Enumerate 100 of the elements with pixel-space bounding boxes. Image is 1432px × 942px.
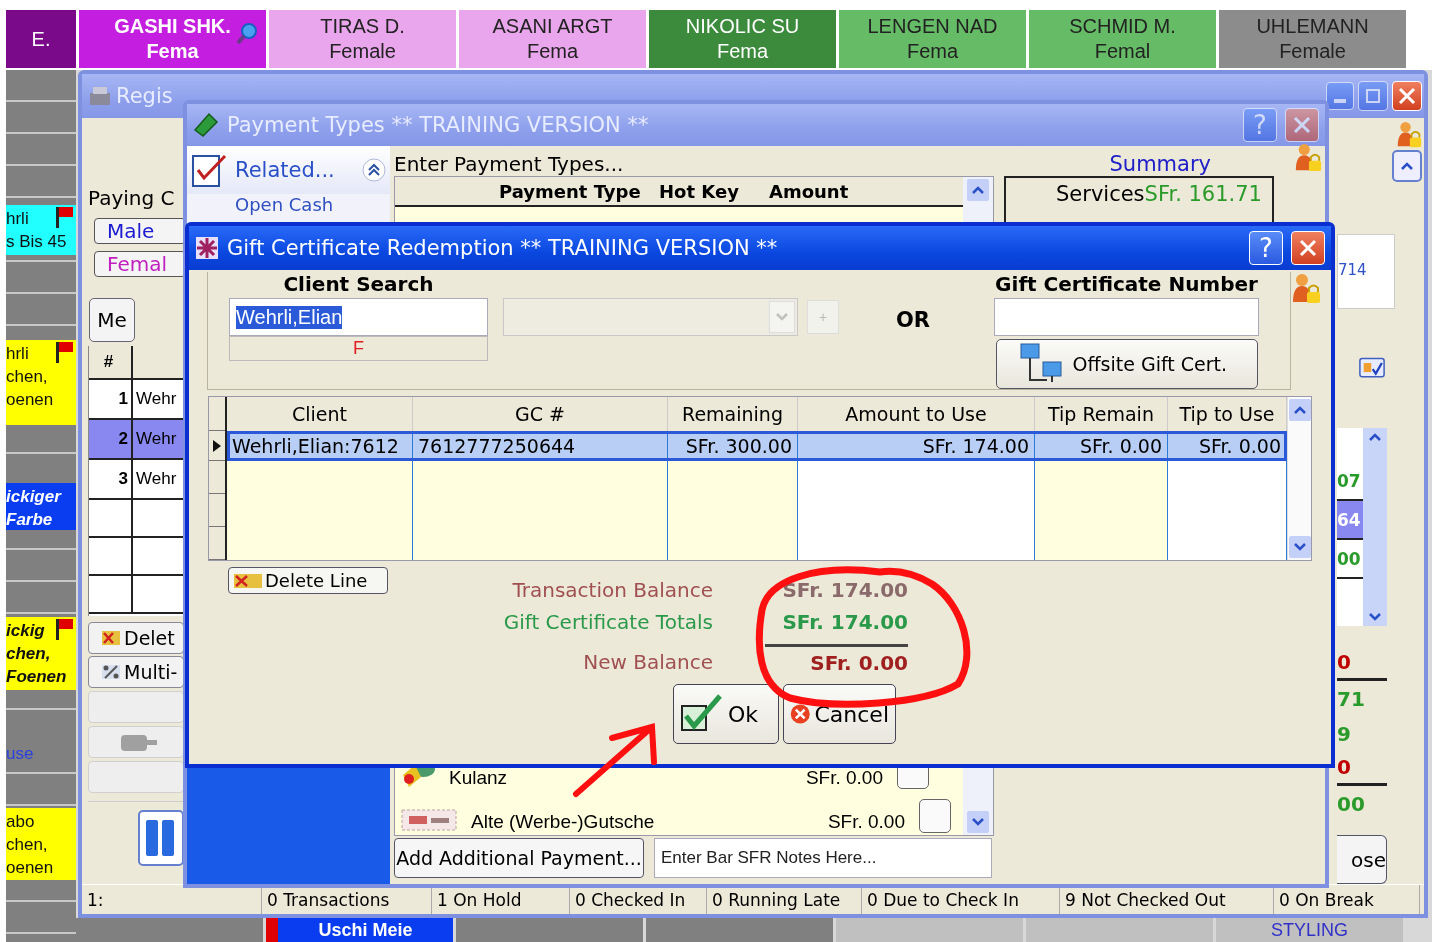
related-link[interactable]: Open Cash <box>187 194 390 220</box>
column-header: Client <box>227 397 413 431</box>
total-value: 71 <box>1337 685 1366 713</box>
notes-field[interactable]: Enter Bar SFR Notes Here... <box>654 838 992 878</box>
close-button[interactable] <box>1285 108 1319 142</box>
window-title: Regis <box>116 84 174 108</box>
table-cell[interactable]: SFr. 300.00 <box>668 431 798 461</box>
scrollbar[interactable] <box>1287 397 1311 560</box>
total-value: SFr. 0.00 <box>765 644 908 678</box>
column-header: Tip Remain <box>1035 397 1168 431</box>
close-icon <box>1292 115 1312 135</box>
table-cell[interactable]: SFr. 0.00 <box>1035 431 1168 461</box>
user-lock-icon <box>1294 142 1322 174</box>
close-button[interactable] <box>1291 231 1325 265</box>
select-button[interactable] <box>919 799 951 833</box>
blank-button[interactable] <box>88 761 184 793</box>
total-value: 00 <box>1337 790 1366 818</box>
table-cell[interactable]: Wehrli,Elian:7612 <box>227 431 413 461</box>
chevron-up-icon <box>1400 161 1414 171</box>
table-cell[interactable]: Wehr <box>133 460 185 498</box>
total-value: SFr. 174.00 <box>782 578 908 604</box>
maximize-button[interactable] <box>1358 81 1388 111</box>
print-button[interactable] <box>88 726 184 758</box>
column-header: Payment Type <box>499 179 642 204</box>
table-cell[interactable]: Wehr <box>133 380 185 418</box>
column-header: Amount to Use <box>798 397 1035 431</box>
appointment-block[interactable]: STYLING <box>1216 918 1403 942</box>
view-button[interactable] <box>138 809 184 866</box>
maximize-icon <box>1365 88 1381 104</box>
table-cell[interactable]: SFr. 174.00 <box>798 431 1035 461</box>
chevron-up-icon <box>1368 432 1382 443</box>
chevron-up-icon <box>971 185 985 195</box>
delete-button[interactable]: Delet <box>88 622 184 654</box>
section-heading: Enter Payment Types... <box>394 152 624 176</box>
minimize-icon <box>1334 99 1346 103</box>
payment-type-name: Alte (Werbe-)Gutsche <box>471 811 656 833</box>
staff-column-header[interactable]: NIKOLIC SU Fema <box>649 10 836 68</box>
column-header: Remaining <box>668 397 798 431</box>
window-title: Gift Certificate Redemption ** TRAINING VERSION ** <box>227 236 779 260</box>
total-value: SFr. 174.00 <box>782 610 908 636</box>
user-lock-icon <box>1291 272 1321 306</box>
appointment-block[interactable]: Uschi Meie <box>266 918 453 942</box>
payment-amount: SFr. 0.00 <box>826 811 905 833</box>
staff-column-header[interactable]: E. <box>6 10 76 68</box>
collapse-button[interactable] <box>1392 150 1422 182</box>
offsite-button[interactable]: Offsite Gift Cert. <box>995 339 1258 389</box>
table-cell[interactable] <box>413 461 668 560</box>
search-icon[interactable] <box>236 22 258 46</box>
summary-label: Services <box>1056 182 1145 206</box>
checklist-icon <box>191 152 229 188</box>
table-cell[interactable]: Wehr <box>133 420 185 458</box>
staff-column-header[interactable]: GASHI SHK. Fema <box>79 10 266 68</box>
staff-column-header[interactable]: ASANI ARGT Fema <box>459 10 646 68</box>
paying-label: Paying C <box>88 186 176 210</box>
help-button[interactable]: ? <box>1249 231 1283 265</box>
close-button[interactable] <box>1392 81 1422 111</box>
multi-button[interactable]: Multi- <box>88 656 184 688</box>
staff-column-header[interactable]: TIRAS D. Female <box>269 10 456 68</box>
user-lock-icon <box>1396 120 1422 150</box>
column-header: Hot Key <box>659 179 740 204</box>
appointment-block[interactable]: hrli s Bis 45 <box>6 205 76 255</box>
table-cell[interactable]: 7612777250644 <box>413 431 668 461</box>
total-label: Gift Certificate Totals <box>502 610 713 636</box>
summary-heading: Summary <box>1109 152 1211 176</box>
collapse-icon[interactable] <box>362 158 386 182</box>
staff-column-header[interactable]: LENGEN NAD Fema <box>839 10 1026 68</box>
client-search-field[interactable]: Wehrli,Elian <box>229 298 488 336</box>
delete-icon <box>101 629 121 647</box>
gender-text: F <box>229 336 488 361</box>
gender-button[interactable]: Male <box>94 218 186 244</box>
delete-line-button[interactable]: Delete Line <box>228 567 388 594</box>
certificate-number-field[interactable] <box>994 298 1260 336</box>
staff-column-header[interactable]: UHLEMANN Female <box>1219 10 1406 68</box>
add-payment-button[interactable]: Add Additional Payment... <box>394 838 644 878</box>
blank-button[interactable] <box>88 691 184 723</box>
appointment-block[interactable]: ickig chen, Foenen <box>6 617 76 690</box>
column-header: # <box>89 346 133 378</box>
appointment-block[interactable]: ickiger Farbe <box>6 483 76 530</box>
me-button[interactable]: Me <box>89 298 135 342</box>
table-cell[interactable] <box>1035 461 1168 560</box>
delete-icon <box>233 571 263 590</box>
scrollbar[interactable] <box>1363 428 1387 627</box>
close-icon <box>1298 238 1318 258</box>
table-cell[interactable] <box>227 461 413 560</box>
table-cell[interactable]: SFr. 0.00 <box>1168 431 1287 461</box>
close-button[interactable]: ose <box>1337 835 1387 884</box>
staff-column-header[interactable]: SCHMID M. Femal <box>1029 10 1216 68</box>
table-cell[interactable] <box>1168 461 1287 560</box>
field-label: Client Search <box>283 272 434 298</box>
ok-button[interactable]: Ok <box>673 684 779 744</box>
appointment-block[interactable]: hrli chen, oenen <box>6 340 76 425</box>
table-cell[interactable] <box>798 461 1035 560</box>
column-header: Amount <box>769 179 850 204</box>
minimize-button[interactable] <box>1326 82 1354 110</box>
client-dropdown[interactable] <box>503 298 798 336</box>
chevron-down-icon <box>971 817 985 827</box>
table-cell[interactable] <box>668 461 798 560</box>
appointment-block[interactable]: abo chen, oenen <box>6 808 76 880</box>
gender-button[interactable]: Femal <box>94 251 186 277</box>
checkmark-icon <box>680 694 724 734</box>
